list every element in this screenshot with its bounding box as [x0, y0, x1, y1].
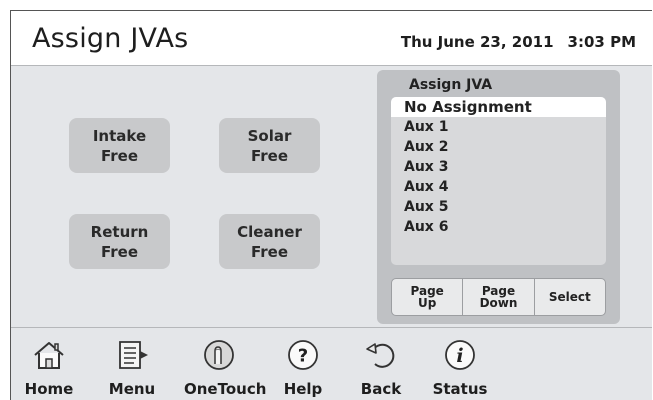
- solar-valve-button[interactable]: Solar Free: [219, 118, 320, 173]
- back-button[interactable]: Back: [346, 328, 416, 400]
- list-item-aux-2[interactable]: Aux 2: [391, 137, 606, 157]
- back-label: Back: [360, 380, 402, 398]
- list-item-aux-6[interactable]: Aux 6: [391, 217, 606, 237]
- info-icon: i: [445, 340, 475, 370]
- date-time-display: Thu June 23, 2011 3:03 PM: [401, 33, 636, 51]
- panel-button-bar: Page Up Page Down Select: [391, 278, 606, 316]
- assignment-list[interactable]: No Assignment Aux 1 Aux 2 Aux 3 Aux 4 Au…: [391, 97, 606, 265]
- help-label: Help: [283, 380, 323, 398]
- page-down-label: Page Down: [479, 284, 518, 310]
- home-icon: [34, 342, 64, 369]
- return-valve-button[interactable]: Return Free: [69, 214, 170, 269]
- valve-name: Solar: [247, 127, 292, 145]
- panel-title: Assign JVA: [409, 77, 493, 93]
- valve-status: Free: [250, 147, 289, 165]
- list-item-aux-4[interactable]: Aux 4: [391, 177, 606, 197]
- app-frame: Assign JVAs Thu June 23, 2011 3:03 PM Int…: [10, 10, 652, 400]
- select-label: Select: [548, 290, 591, 304]
- date-text: Thu June 23, 2011: [400, 33, 554, 51]
- menu-button[interactable]: Menu: [97, 328, 167, 400]
- valve-name: Cleaner: [237, 223, 302, 241]
- intake-valve-button[interactable]: Intake Free: [69, 118, 170, 173]
- onetouch-icon: [204, 340, 234, 370]
- menu-icon: [119, 341, 148, 369]
- onetouch-button[interactable]: OneTouch: [184, 328, 267, 400]
- status-label: Status: [432, 380, 488, 398]
- cleaner-valve-button[interactable]: Cleaner Free: [219, 214, 320, 269]
- valve-name: Intake: [92, 127, 147, 145]
- page-up-button[interactable]: Page Up: [392, 279, 464, 315]
- valve-status: Free: [100, 243, 139, 261]
- list-item-aux-5[interactable]: Aux 5: [391, 197, 606, 217]
- back-icon: [366, 343, 395, 368]
- menu-label: Menu: [108, 380, 156, 398]
- page-up-label: Page Up: [410, 284, 444, 310]
- assign-jva-panel: Assign JVA No Assignment Aux 1 Aux 2 Aux…: [377, 70, 620, 324]
- svg-text:?: ?: [298, 346, 308, 367]
- list-item-aux-3[interactable]: Aux 3: [391, 157, 606, 177]
- svg-text:i: i: [456, 345, 463, 367]
- help-icon: ?: [288, 340, 318, 370]
- page-down-button[interactable]: Page Down: [463, 279, 535, 315]
- select-button[interactable]: Select: [535, 279, 605, 315]
- time-text: 3:03 PM: [567, 33, 636, 51]
- page-title: Assign JVAs: [32, 23, 189, 54]
- valve-status: Free: [250, 243, 289, 261]
- onetouch-label: OneTouch: [184, 380, 267, 398]
- valve-status: Free: [100, 147, 139, 165]
- help-button[interactable]: ? Help: [268, 328, 338, 400]
- valve-name: Return: [90, 223, 149, 241]
- home-button[interactable]: Home: [14, 328, 84, 400]
- list-item-no-assignment[interactable]: No Assignment: [391, 97, 606, 117]
- status-button[interactable]: i Status: [425, 328, 495, 400]
- header-bar: Assign JVAs Thu June 23, 2011 3:03 PM: [11, 11, 652, 66]
- bottom-toolbar: Home Menu OneTouch ? Help Back i Status: [11, 327, 652, 400]
- list-item-aux-1[interactable]: Aux 1: [391, 117, 606, 137]
- home-label: Home: [24, 380, 74, 398]
